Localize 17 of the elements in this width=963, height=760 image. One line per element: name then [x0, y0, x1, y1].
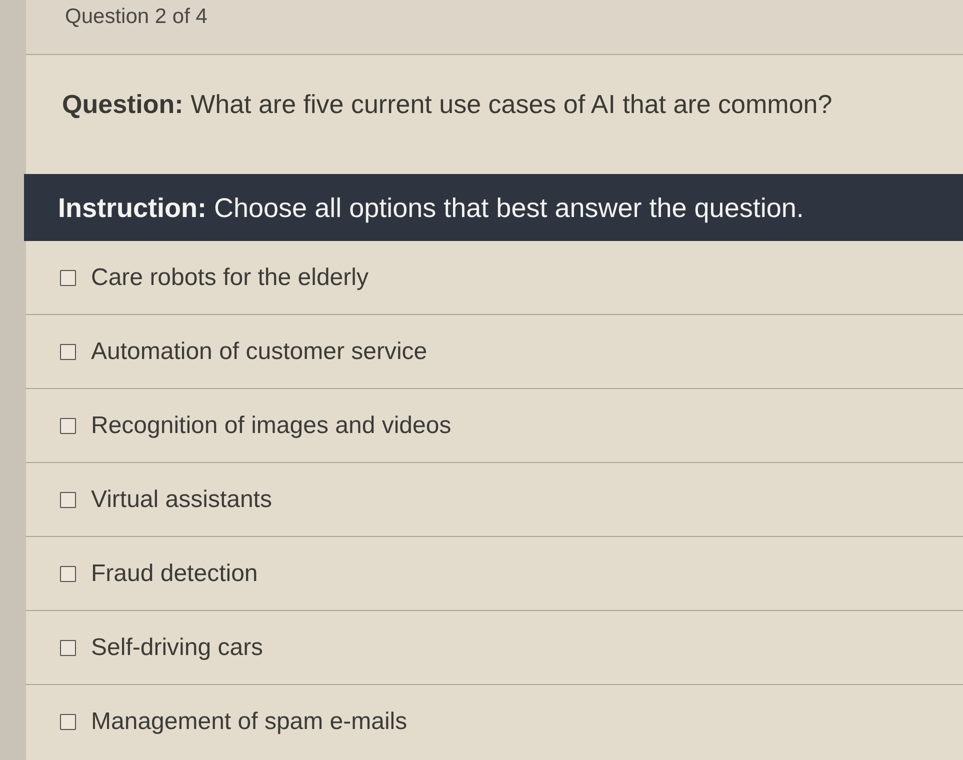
- option-label[interactable]: Management of spam e-mails: [91, 708, 408, 736]
- option-label[interactable]: Care robots for the elderly: [91, 264, 368, 292]
- checkbox[interactable]: [60, 270, 76, 286]
- checkbox[interactable]: [60, 566, 76, 582]
- option-label[interactable]: Virtual assistants: [91, 486, 272, 514]
- option-label[interactable]: Automation of customer service: [91, 338, 428, 366]
- checkbox[interactable]: [60, 492, 76, 508]
- checkbox[interactable]: [60, 714, 76, 730]
- option-label[interactable]: Recognition of images and videos: [91, 412, 452, 440]
- checkbox[interactable]: [60, 640, 76, 656]
- option-label[interactable]: Fraud detection: [91, 560, 258, 588]
- question-text: Question: What are five current use cases of AI that are common?: [62, 89, 832, 119]
- page-title: Question 2 of 4: [65, 5, 208, 28]
- option-label[interactable]: Self-driving cars: [91, 634, 264, 662]
- instruction-text: Instruction: Choose all options that best answer the question.: [58, 192, 804, 224]
- checkbox[interactable]: [60, 344, 76, 360]
- checkbox[interactable]: [60, 418, 76, 434]
